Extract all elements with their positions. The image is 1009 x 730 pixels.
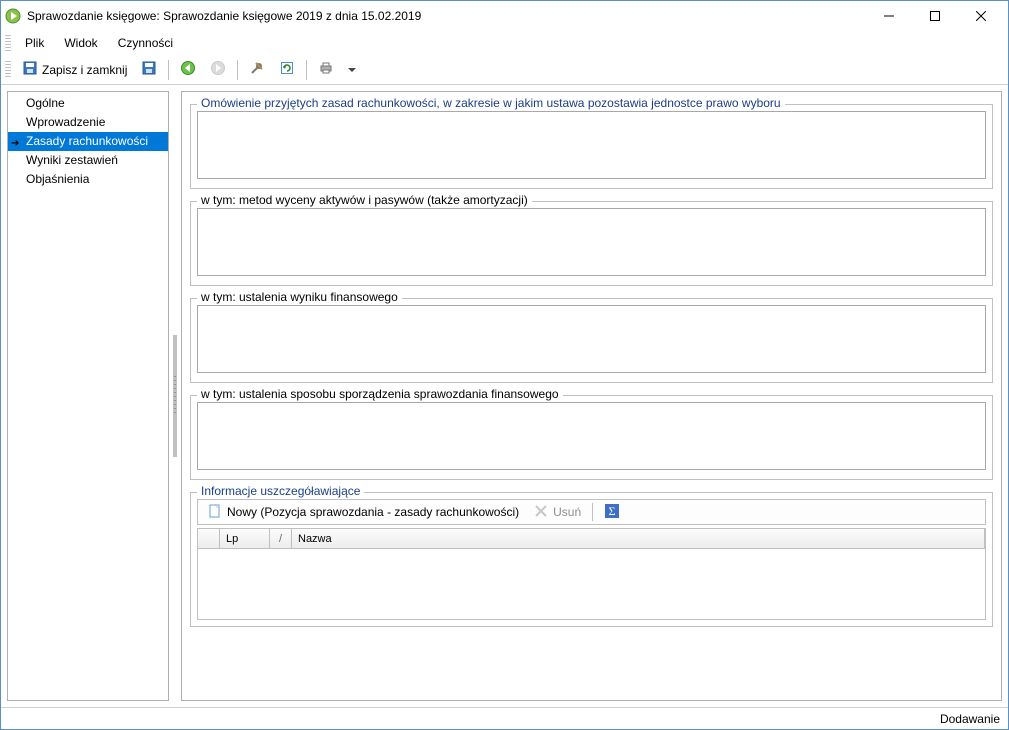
main-pane: Omówienie przyjętych zasad rachunkowości… xyxy=(181,91,1002,701)
splitter[interactable] xyxy=(173,91,177,701)
forward-button xyxy=(205,58,231,82)
grid-body[interactable] xyxy=(198,549,985,619)
menu-plik[interactable]: Plik xyxy=(15,33,54,53)
refresh-icon xyxy=(279,60,295,79)
document-new-icon xyxy=(207,503,223,522)
window-controls xyxy=(866,2,1004,30)
new-item-label: Nowy (Pozycja sprawozdania - zasady rach… xyxy=(227,505,519,519)
menu-czynnosci[interactable]: Czynności xyxy=(108,33,183,53)
content-area: Ogólne Wprowadzenie ➔ Zasady rachunkowośc… xyxy=(1,85,1008,707)
delete-item-label: Usuń xyxy=(553,505,581,519)
delete-icon xyxy=(533,503,549,522)
chevron-down-icon xyxy=(348,63,356,77)
sidebar-item-wyniki[interactable]: Wyniki zestawień xyxy=(8,151,168,170)
group-wynik-finansowy: w tym: ustalenia wyniku finansowego xyxy=(190,298,993,383)
group-omowienie: Omówienie przyjętych zasad rachunkowości… xyxy=(190,104,993,189)
print-button[interactable] xyxy=(313,58,339,82)
minimize-button[interactable] xyxy=(866,2,912,30)
sidebar-item-ogolne[interactable]: Ogólne xyxy=(8,94,168,113)
detail-sep xyxy=(592,503,593,521)
toolbar-grip xyxy=(5,61,11,79)
sidebar-item-objasnienia[interactable]: Objaśnienia xyxy=(8,170,168,189)
grid-col-lp[interactable]: Lp xyxy=(220,529,270,548)
sidebar-item-label: Wyniki zestawień xyxy=(26,153,118,167)
new-item-button[interactable]: Nowy (Pozycja sprawozdania - zasady rach… xyxy=(202,500,524,524)
tools-icon xyxy=(249,60,265,79)
toolbar-sep-2 xyxy=(237,60,238,80)
svg-text:Σ: Σ xyxy=(609,504,616,518)
delete-item-button: Usuń xyxy=(528,500,586,524)
group-legend: w tym: ustalenia sposobu sporządzenia sp… xyxy=(197,387,563,401)
metod-wyceny-textarea[interactable] xyxy=(197,208,986,276)
group-legend: w tym: metod wyceny aktywów i pasywów (t… xyxy=(197,193,532,207)
sidebar-item-label: Zasady rachunkowości xyxy=(26,134,148,148)
group-metod-wyceny: w tym: metod wyceny aktywów i pasywów (t… xyxy=(190,201,993,286)
pointer-icon: ➔ xyxy=(11,135,19,152)
arrow-right-icon xyxy=(210,60,226,79)
save-button[interactable] xyxy=(136,58,162,82)
sum-button[interactable]: Σ xyxy=(599,500,625,524)
refresh-button[interactable] xyxy=(274,58,300,82)
sposob-sporzadzenia-textarea[interactable] xyxy=(197,402,986,470)
sidebar-item-label: Ogólne xyxy=(26,96,65,110)
omowienie-textarea[interactable] xyxy=(197,111,986,179)
status-text: Dodawanie xyxy=(940,712,1000,726)
arrow-left-icon xyxy=(180,60,196,79)
grid-col-selector[interactable] xyxy=(198,529,220,548)
statusbar: Dodawanie xyxy=(1,707,1008,729)
tools-button[interactable] xyxy=(244,58,270,82)
sidebar[interactable]: Ogólne Wprowadzenie ➔ Zasady rachunkowośc… xyxy=(7,91,169,701)
sidebar-item-label: Wprowadzenie xyxy=(26,115,105,129)
detail-grid[interactable]: Lp / Nazwa xyxy=(197,528,986,620)
save-icon-2 xyxy=(141,60,157,79)
printer-icon xyxy=(318,60,334,79)
sigma-icon: Σ xyxy=(604,503,620,522)
group-sposob-sporzadzenia: w tym: ustalenia sposobu sporządzenia sp… xyxy=(190,395,993,480)
window-title: Sprawozdanie księgowe: Sprawozdanie księ… xyxy=(27,9,866,23)
group-legend: Omówienie przyjętych zasad rachunkowości… xyxy=(197,96,785,110)
close-button[interactable] xyxy=(958,2,1004,30)
sidebar-item-label: Objaśnienia xyxy=(26,172,89,186)
toolbar: Zapisz i zamknij xyxy=(1,55,1008,85)
back-button[interactable] xyxy=(175,58,201,82)
app-icon xyxy=(5,8,21,24)
menubar-grip xyxy=(5,35,11,51)
menubar: Plik Widok Czynności xyxy=(1,31,1008,55)
wynik-finansowy-textarea[interactable] xyxy=(197,305,986,373)
grid-col-nazwa[interactable]: Nazwa xyxy=(292,529,985,548)
save-icon xyxy=(22,60,38,79)
maximize-button[interactable] xyxy=(912,2,958,30)
group-legend: Informacje uszczegóławiające xyxy=(197,484,364,498)
save-close-button[interactable]: Zapisz i zamknij xyxy=(17,58,132,82)
grid-header: Lp / Nazwa xyxy=(198,529,985,549)
sidebar-item-wprowadzenie[interactable]: Wprowadzenie xyxy=(8,113,168,132)
print-dropdown[interactable] xyxy=(343,58,361,82)
toolbar-sep-1 xyxy=(168,60,169,80)
menu-widok[interactable]: Widok xyxy=(54,33,107,53)
titlebar: Sprawozdanie księgowe: Sprawozdanie księ… xyxy=(1,1,1008,31)
grid-col-sort[interactable]: / xyxy=(270,529,292,548)
detail-toolbar: Nowy (Pozycja sprawozdania - zasady rach… xyxy=(197,499,986,525)
sidebar-item-zasady[interactable]: ➔ Zasady rachunkowości xyxy=(8,132,168,151)
group-informacje: Informacje uszczegóławiające Nowy (Pozyc… xyxy=(190,492,993,627)
group-legend: w tym: ustalenia wyniku finansowego xyxy=(197,290,402,304)
toolbar-sep-3 xyxy=(306,60,307,80)
save-close-label: Zapisz i zamknij xyxy=(42,63,127,77)
